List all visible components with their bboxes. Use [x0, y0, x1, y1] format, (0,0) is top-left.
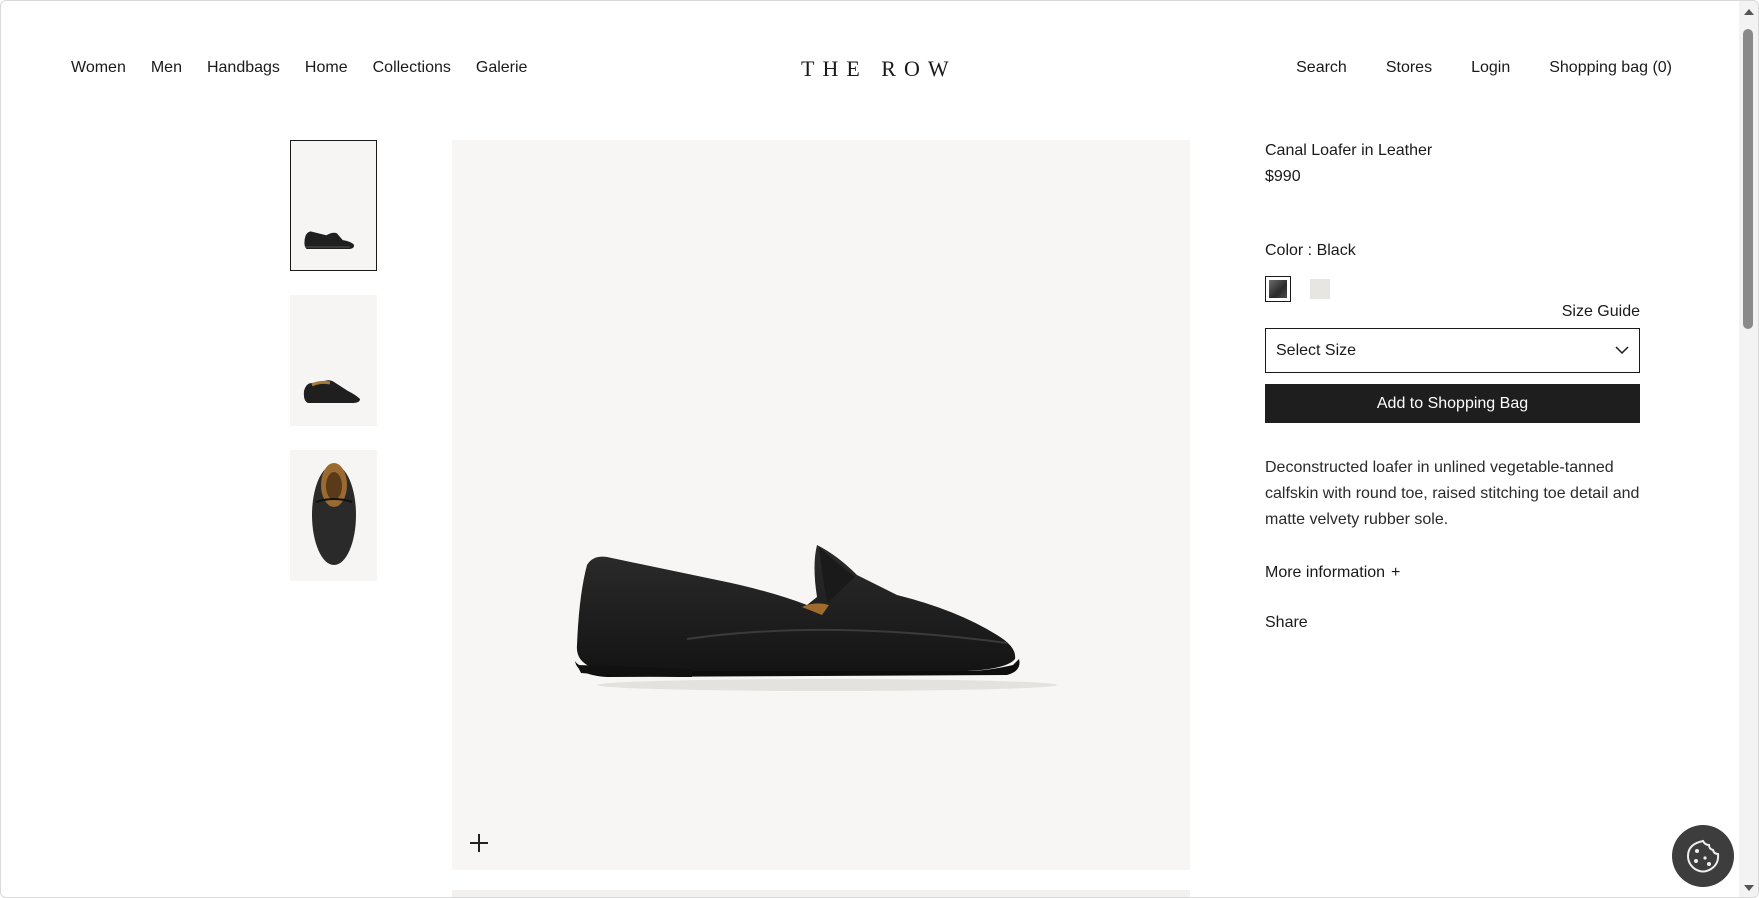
- product-name: Canal Loafer in Leather: [1265, 142, 1433, 159]
- more-information-label: More information: [1265, 564, 1386, 581]
- chevron-down-icon: [1615, 346, 1629, 355]
- next-product-image: [452, 890, 1190, 897]
- utility-nav: Search Stores Login Shopping bag (0): [1296, 59, 1672, 77]
- scroll-down-arrow-icon[interactable]: [1744, 885, 1754, 891]
- more-information-toggle[interactable]: More information +: [1265, 564, 1640, 582]
- thumbnail-angle-view[interactable]: [290, 295, 377, 426]
- loafer-side-thumb-image: [304, 231, 355, 249]
- main-product-image[interactable]: [452, 140, 1190, 870]
- login-link[interactable]: Login: [1471, 59, 1510, 77]
- product-description: Deconstructed loafer in unlined vegetabl…: [1265, 459, 1640, 528]
- swatch-black[interactable]: [1265, 276, 1291, 302]
- color-label: Color : Black: [1265, 242, 1356, 259]
- add-to-bag-button[interactable]: Add to Shopping Bag: [1265, 384, 1640, 423]
- product-price: $990: [1265, 168, 1301, 185]
- thumbnail-side-view[interactable]: [290, 140, 377, 271]
- shopping-bag-link[interactable]: Shopping bag (0): [1549, 59, 1672, 77]
- main-nav: Women Men Handbags Home Collections Gale…: [71, 59, 527, 77]
- share-link[interactable]: Share: [1265, 614, 1640, 632]
- stores-link[interactable]: Stores: [1386, 59, 1432, 77]
- product-details: Canal Loafer in Leather $990 Color : Bla…: [1265, 142, 1640, 632]
- search-link[interactable]: Search: [1296, 59, 1347, 77]
- size-select[interactable]: Select Size: [1265, 328, 1640, 373]
- color-swatches: [1265, 276, 1640, 302]
- nav-women[interactable]: Women: [71, 59, 126, 77]
- nav-home[interactable]: Home: [305, 59, 348, 77]
- thumbnail-list: [290, 140, 377, 605]
- thumbnail-top-view[interactable]: [290, 450, 377, 581]
- cookie-settings-button[interactable]: [1672, 825, 1734, 887]
- loafer-side-image: [575, 545, 1057, 691]
- swatch-cream[interactable]: [1307, 276, 1333, 302]
- scroll-up-arrow-icon[interactable]: [1744, 9, 1754, 15]
- scrollbar[interactable]: [1739, 1, 1758, 897]
- size-select-label: Select Size: [1276, 341, 1357, 359]
- loafer-top-thumb-image: [312, 463, 356, 565]
- nav-collections[interactable]: Collections: [373, 59, 451, 77]
- page-frame: Women Men Handbags Home Collections Gale…: [0, 0, 1759, 898]
- loafer-angle-thumb-image: [303, 380, 360, 403]
- nav-galerie[interactable]: Galerie: [476, 59, 528, 77]
- scrollbar-thumb[interactable]: [1743, 29, 1753, 329]
- plus-icon: +: [1391, 564, 1401, 581]
- zoom-plus-icon[interactable]: [468, 832, 490, 854]
- brand-logo[interactable]: THE ROW: [801, 56, 957, 82]
- nav-handbags[interactable]: Handbags: [207, 59, 280, 77]
- cookie-icon: [1686, 839, 1720, 873]
- site-header: Women Men Handbags Home Collections Gale…: [1, 1, 1741, 111]
- size-guide-link[interactable]: Size Guide: [1265, 303, 1640, 321]
- nav-men[interactable]: Men: [151, 59, 182, 77]
